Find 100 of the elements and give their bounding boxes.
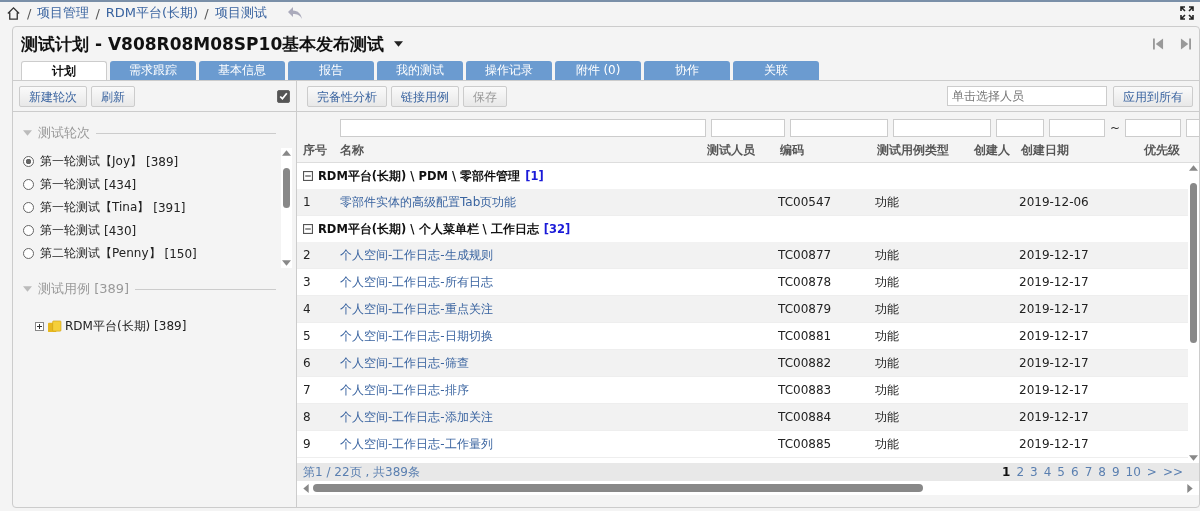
column-header[interactable]: 测试人员 (707, 142, 775, 158)
test-case-link[interactable]: 个人空间-工作日志-所有日志 (340, 273, 700, 291)
table-cell-text: 6 (303, 356, 312, 370)
expand-icon[interactable] (35, 322, 44, 331)
toolbar-button[interactable]: 刷新 (91, 85, 135, 107)
test-case-link[interactable]: 零部件实体的高级配置Tab页功能 (340, 193, 700, 211)
dropdown-caret-icon[interactable] (394, 41, 404, 47)
column-header[interactable]: 优先级 (1144, 142, 1184, 158)
scroll-up-icon[interactable] (282, 150, 291, 156)
page-link[interactable]: 1 (1002, 465, 1011, 479)
radio-button[interactable] (23, 156, 34, 167)
previous-icon[interactable] (1153, 37, 1164, 51)
table-cell-text: 3 (303, 275, 312, 289)
person-select-field[interactable]: 单击选择人员 (947, 86, 1107, 106)
filter-field[interactable] (340, 119, 706, 137)
round-count: [389] (146, 154, 179, 169)
vertical-scrollbar[interactable] (1188, 163, 1199, 463)
round-label[interactable]: 第一轮测试 (40, 176, 100, 193)
test-case-link[interactable]: 个人空间-工作日志-生成规则 (340, 246, 700, 264)
next-page-link[interactable]: > (1146, 465, 1157, 479)
column-header[interactable]: 名称 (340, 142, 702, 158)
test-case-link[interactable]: 个人空间-工作日志-排序 (340, 381, 700, 399)
breadcrumb-link[interactable]: 项目管理 (37, 4, 90, 22)
round-label[interactable]: 第一轮测试【Joy】 (40, 153, 142, 170)
range-separator: ~ (1110, 121, 1121, 135)
column-header[interactable]: 创建人 (974, 142, 1016, 158)
scroll-thumb[interactable] (313, 484, 923, 492)
scroll-thumb[interactable] (283, 168, 290, 208)
round-count: [430] (104, 223, 137, 238)
test-case-link[interactable]: 个人空间-工作日志-重点关注 (340, 300, 700, 318)
last-page-link[interactable]: >> (1162, 465, 1183, 479)
date-from-field[interactable] (1049, 119, 1105, 137)
toolbar-button[interactable]: 新建轮次 (19, 85, 87, 107)
table-cell-text: 8 (303, 410, 312, 424)
radio-button[interactable] (23, 248, 34, 259)
fullscreen-icon[interactable] (1180, 6, 1194, 20)
horizontal-scrollbar[interactable] (297, 481, 1199, 495)
page-link[interactable]: 6 (1071, 465, 1079, 479)
tree-node-label[interactable]: RDM平台(长期) [389] (65, 318, 187, 335)
scroll-down-icon[interactable] (1189, 455, 1198, 461)
toolbar-button[interactable]: 完备性分析 (307, 85, 387, 107)
toolbar-button[interactable]: 链接用例 (391, 85, 459, 107)
page-link[interactable]: 7 (1084, 465, 1093, 479)
collapse-icon[interactable] (303, 171, 313, 181)
group-heading: RDM平台(长期) \ 个人菜单栏 \ 工作日志 (318, 221, 539, 237)
column-header[interactable]: 测试用例类型 (877, 142, 969, 158)
page-link[interactable]: 3 (1030, 465, 1038, 479)
table-cell-text: TC00881 (778, 329, 833, 343)
table-cell-text: 功能 (875, 354, 900, 372)
table-cell-text: 功能 (875, 246, 900, 264)
table-cell-text: TC00883 (778, 383, 833, 397)
table-cell-text: 1 (303, 195, 312, 209)
home-icon[interactable] (6, 5, 21, 21)
collapse-icon[interactable] (303, 224, 313, 234)
table-cell-text: 4 (303, 302, 312, 316)
folder-icon (47, 320, 62, 333)
page-link[interactable]: 5 (1057, 465, 1065, 479)
column-header[interactable]: 编码 (780, 142, 872, 158)
test-case-link[interactable]: 个人空间-工作日志-添加关注 (340, 408, 700, 426)
radio-button[interactable] (23, 225, 34, 236)
table-cell-text: 功能 (875, 273, 900, 291)
scroll-up-icon[interactable] (1189, 165, 1198, 171)
page-link[interactable]: 4 (1043, 465, 1052, 479)
round-label[interactable]: 第一轮测试【Tina】 (40, 199, 150, 216)
page-link[interactable]: 8 (1098, 465, 1106, 479)
round-count: [434] (104, 177, 137, 192)
scroll-right-icon[interactable] (1187, 483, 1193, 493)
filter-field[interactable] (711, 119, 785, 137)
filter-field[interactable] (893, 119, 991, 137)
round-label[interactable]: 第二轮测试【Penny】 (40, 245, 161, 262)
apply-all-button[interactable]: 应用到所有 (1113, 85, 1193, 107)
breadcrumb-separator: / (95, 5, 100, 21)
test-case-link[interactable]: 个人空间-工作日志-日期切换 (340, 327, 700, 345)
date-to-field[interactable] (1125, 119, 1182, 137)
breadcrumb-link[interactable]: 项目测试 (214, 4, 267, 22)
next-icon[interactable] (1180, 37, 1191, 51)
vertical-scrollbar[interactable] (281, 148, 292, 268)
scroll-thumb[interactable] (1190, 183, 1197, 343)
table-cell-text: 7 (303, 383, 312, 397)
checkbox[interactable] (277, 89, 290, 103)
filter-field[interactable] (996, 119, 1044, 137)
table-cell-text: 5 (303, 329, 312, 343)
radio-button[interactable] (23, 179, 34, 190)
column-header[interactable]: 创建日期 (1021, 142, 1139, 158)
round-count: [150] (164, 246, 197, 261)
breadcrumb-link[interactable]: RDM平台(长期) (105, 4, 199, 22)
scroll-down-icon[interactable] (282, 260, 291, 266)
tab[interactable]: 计划 (21, 61, 107, 80)
page-link[interactable]: 2 (1016, 465, 1025, 479)
round-count: [391] (153, 200, 186, 215)
round-label[interactable]: 第一轮测试 (40, 222, 100, 239)
test-case-link[interactable]: 个人空间-工作日志-筛查 (340, 354, 700, 372)
filter-field[interactable] (790, 119, 888, 137)
test-case-link[interactable]: 个人空间-工作日志-工作量列 (340, 435, 700, 453)
radio-button[interactable] (23, 202, 34, 213)
page-link[interactable]: 9 (1111, 465, 1120, 479)
column-header[interactable]: 序号 (303, 142, 335, 158)
back-arrow-icon[interactable] (286, 6, 303, 20)
page-link[interactable]: 10 (1125, 465, 1141, 479)
scroll-left-icon[interactable] (303, 483, 309, 493)
